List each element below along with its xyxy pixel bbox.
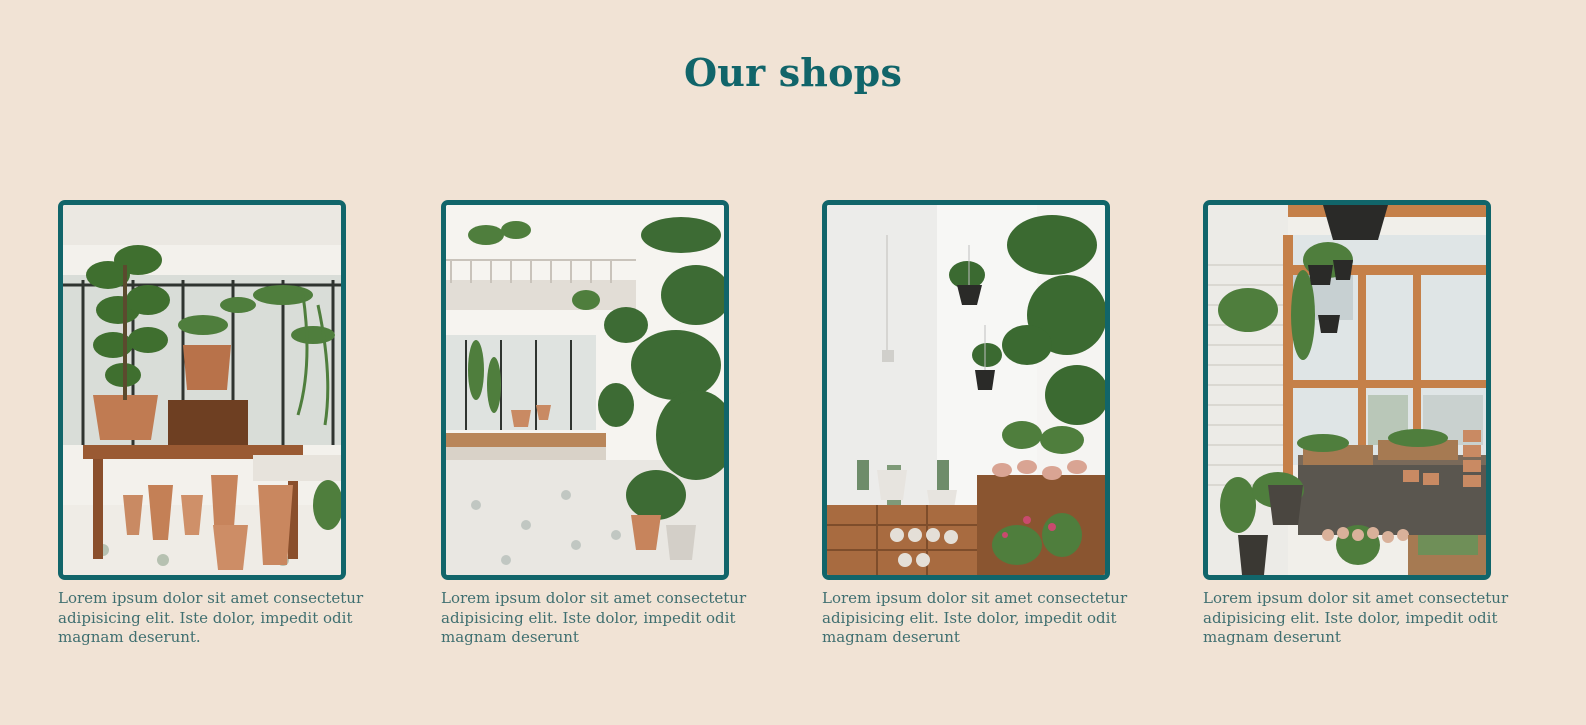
shop-card: Lorem ipsum dolor sit amet consectetur a…: [441, 200, 751, 648]
shop-caption: Lorem ipsum dolor sit amet consectetur a…: [441, 589, 747, 646]
shop-photo-image: [1208, 205, 1486, 575]
shop-caption: Lorem ipsum dolor sit amet consectetur a…: [822, 589, 1128, 646]
section-title: Our shops: [683, 50, 903, 95]
shop-photo[interactable]: [1203, 200, 1491, 580]
shop-card: Lorem ipsum dolor sit amet consectetur a…: [1203, 200, 1513, 648]
shop-photo-image: [827, 205, 1105, 575]
shop-photo-image: [63, 205, 341, 575]
shop-caption: Lorem ipsum dolor sit amet consectetur a…: [1203, 589, 1509, 646]
shop-photo-image: [446, 205, 724, 575]
shop-card: Lorem ipsum dolor sit amet consectetur a…: [822, 200, 1132, 648]
shop-photo[interactable]: [441, 200, 729, 580]
shop-caption: Lorem ipsum dolor sit amet consectetur a…: [58, 589, 364, 646]
shop-photo[interactable]: [822, 200, 1110, 580]
shop-photo[interactable]: [58, 200, 346, 580]
shop-card: Lorem ipsum dolor sit amet consectetur a…: [58, 200, 368, 648]
